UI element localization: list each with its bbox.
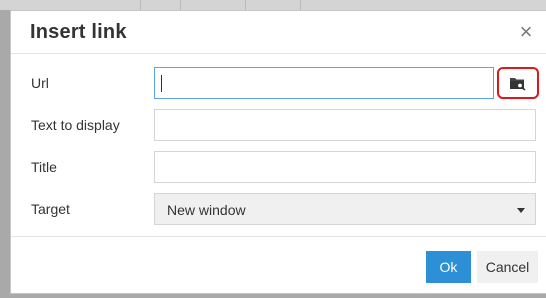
insert-link-dialog: Insert link × Url Text to display Title … bbox=[10, 10, 546, 294]
dialog-body: Url Text to display Title Target New win… bbox=[11, 55, 546, 236]
background-strip bbox=[0, 0, 546, 10]
url-label: Url bbox=[31, 75, 49, 91]
background-divider bbox=[140, 0, 141, 10]
dialog-title: Insert link bbox=[30, 21, 127, 43]
background-divider bbox=[245, 0, 246, 10]
ok-button[interactable]: Ok bbox=[426, 251, 471, 283]
url-input[interactable] bbox=[154, 67, 494, 99]
chevron-down-icon bbox=[517, 208, 525, 213]
text-to-display-row: Text to display bbox=[11, 109, 546, 141]
dialog-header: Insert link × bbox=[11, 11, 546, 54]
title-row: Title bbox=[11, 151, 546, 183]
text-to-display-label: Text to display bbox=[31, 117, 120, 133]
text-to-display-input[interactable] bbox=[154, 109, 536, 141]
cancel-button[interactable]: Cancel bbox=[477, 251, 538, 283]
text-caret bbox=[161, 75, 162, 92]
target-selected-value: New window bbox=[167, 202, 246, 218]
background-divider bbox=[300, 0, 301, 10]
url-row: Url bbox=[11, 67, 546, 99]
browse-button[interactable] bbox=[497, 67, 539, 99]
close-icon[interactable]: × bbox=[517, 21, 535, 43]
dialog-footer: Ok Cancel bbox=[11, 236, 546, 295]
target-label: Target bbox=[31, 201, 70, 217]
target-row: Target New window bbox=[11, 193, 546, 225]
target-select[interactable]: New window bbox=[154, 193, 536, 225]
title-label: Title bbox=[31, 159, 57, 175]
browse-folder-icon bbox=[510, 78, 526, 91]
title-input[interactable] bbox=[154, 151, 536, 183]
background-divider bbox=[180, 0, 181, 10]
